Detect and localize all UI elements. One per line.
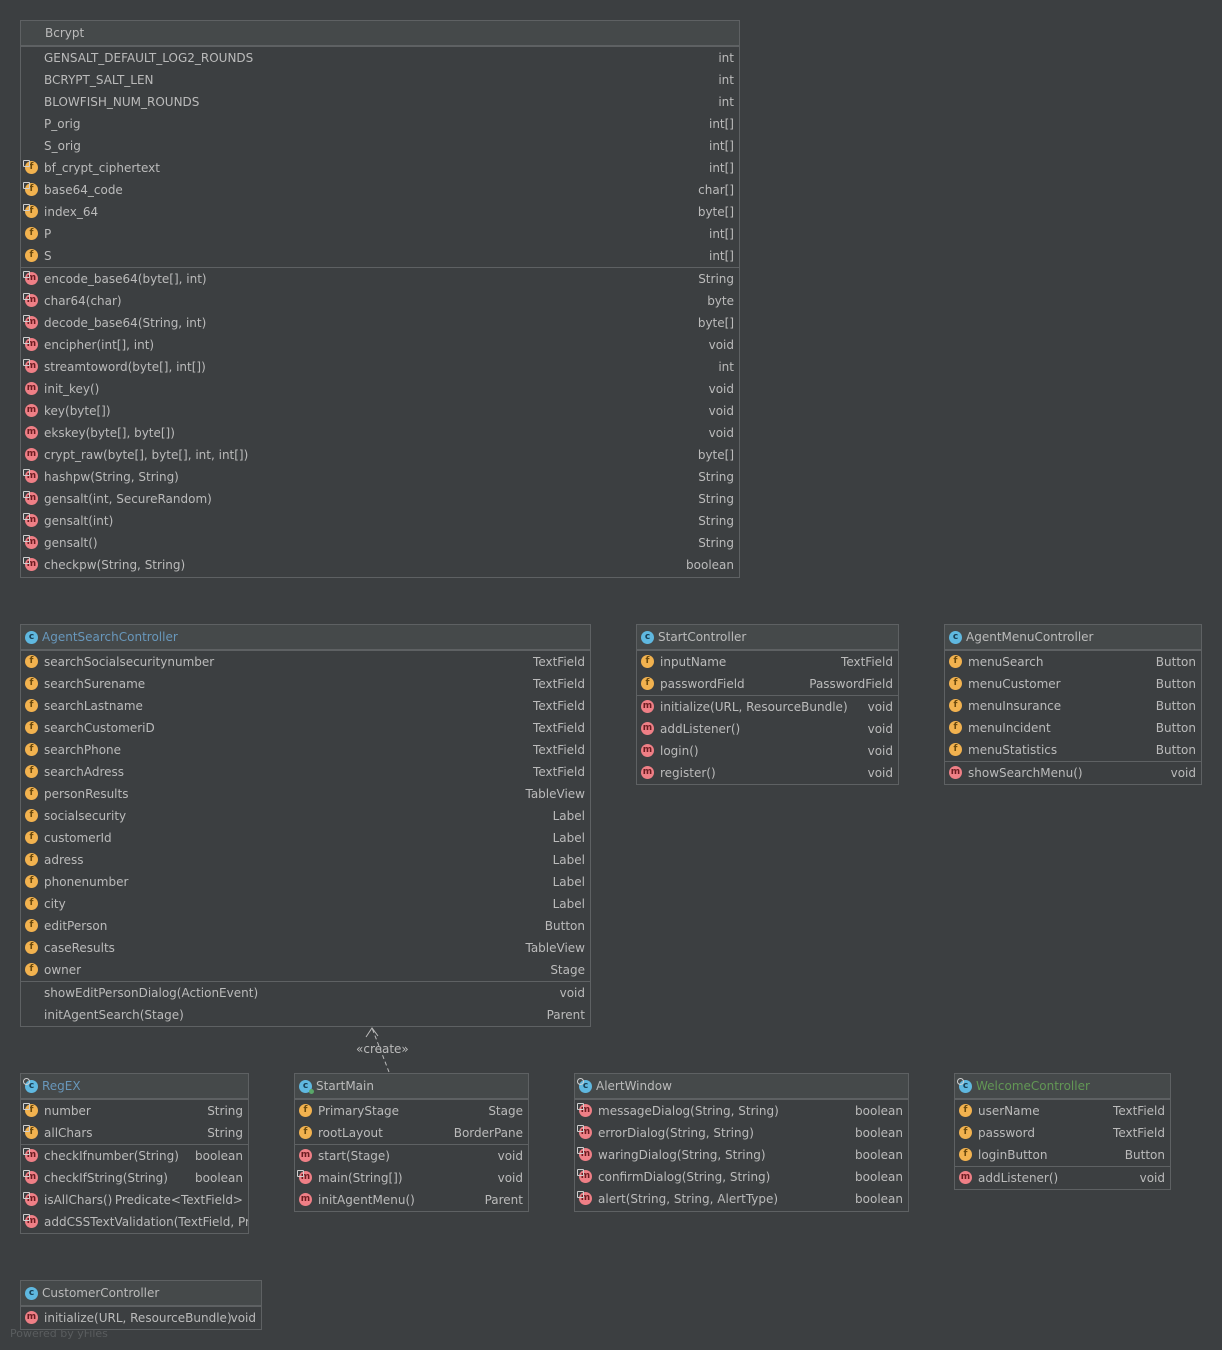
watermark: Powered by yFiles <box>10 1327 108 1340</box>
create-edge-label: «create» <box>356 1042 409 1056</box>
edges-layer <box>365 1027 390 1073</box>
